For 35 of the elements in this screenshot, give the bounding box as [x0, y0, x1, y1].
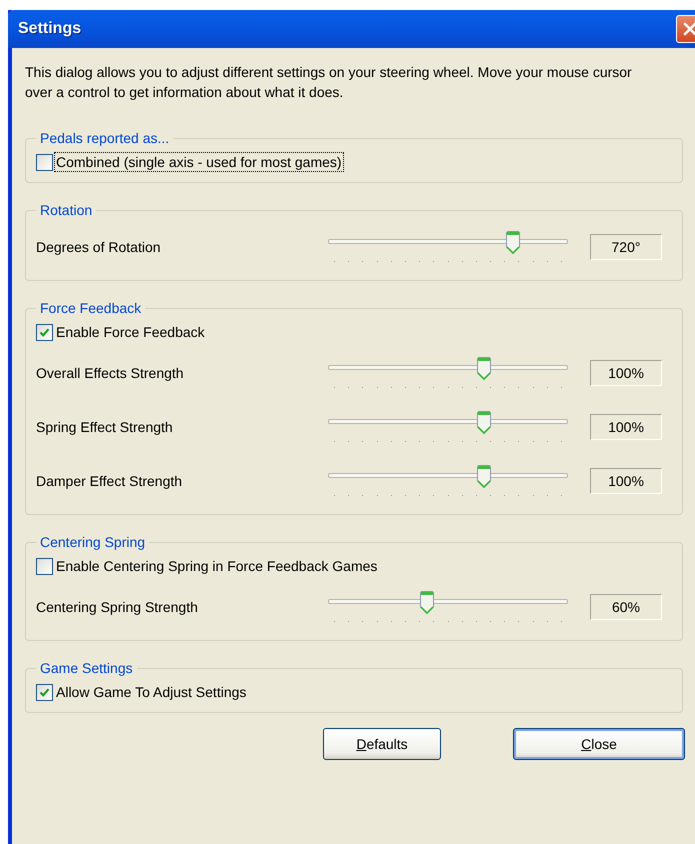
- slider-label: Overall Effects Strength: [36, 365, 185, 381]
- value-readout: 60%: [590, 594, 662, 620]
- close-icon: [682, 21, 695, 37]
- checkbox[interactable]: [36, 684, 53, 700]
- checkbox[interactable]: [36, 324, 53, 340]
- slider-label: Damper Effect Strength: [36, 473, 184, 489]
- group-title: Centering Spring: [39, 534, 146, 550]
- group-title: Force Feedback: [39, 300, 142, 316]
- checkbox-label[interactable]: Enable Force Feedback: [54, 322, 207, 342]
- value-readout: 720°: [590, 234, 662, 260]
- dialog-button[interactable]: Defaults: [323, 728, 441, 760]
- checkmark-icon: [38, 686, 51, 698]
- value-readout: 100%: [590, 414, 662, 440]
- slider-thumb[interactable]: [476, 411, 492, 435]
- slider-thumb[interactable]: [476, 465, 492, 489]
- slider-label: Degrees of Rotation: [36, 239, 162, 255]
- window-title: Settings: [18, 20, 82, 38]
- group-title: Pedals reported as...: [39, 130, 170, 146]
- slider-thumb[interactable]: [418, 591, 435, 615]
- dialog-button[interactable]: Close: [513, 728, 685, 760]
- slider-label: Spring Effect Strength: [36, 419, 174, 435]
- slider-label: Centering Spring Strength: [36, 599, 199, 615]
- checkbox-label[interactable]: Allow Game To Adjust Settings: [54, 682, 248, 702]
- slider-thumb[interactable]: [476, 357, 492, 381]
- checkmark-icon: [38, 326, 51, 338]
- checkbox[interactable]: [36, 154, 53, 170]
- checkbox[interactable]: [36, 558, 53, 574]
- checkbox-label[interactable]: Combined (single axis - used for most games): [54, 152, 344, 172]
- slider-thumb[interactable]: [505, 231, 522, 255]
- group-title: Game Settings: [39, 660, 134, 676]
- group-title: Rotation: [39, 202, 94, 218]
- value-readout: 100%: [590, 360, 662, 386]
- value-readout: 100%: [590, 468, 662, 494]
- description-text: This dialog allows you to adjust different settings on your steering wheel. Move your mouse cursor over a control to get information about what it does.: [25, 63, 633, 102]
- checkbox-label[interactable]: Enable Centering Spring in Force Feedback Games: [54, 556, 380, 576]
